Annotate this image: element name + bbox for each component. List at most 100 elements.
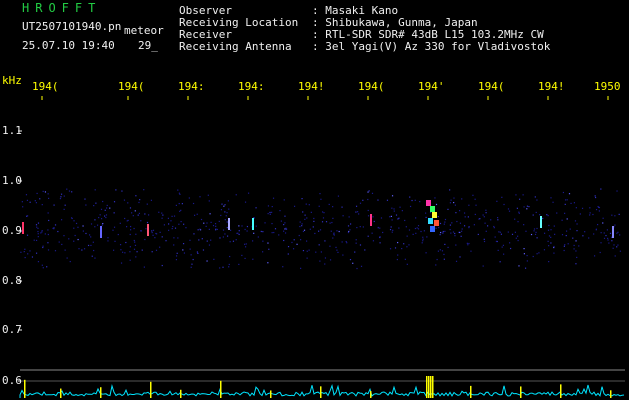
- freq-tick-label: 0.6: [2, 374, 22, 387]
- noise-speck: [47, 212, 49, 214]
- noise-speck: [299, 221, 301, 223]
- noise-speck: [192, 258, 194, 261]
- noise-speck: [135, 195, 137, 197]
- noise-speck: [219, 267, 221, 269]
- noise-speck: [199, 228, 201, 230]
- noise-speck: [58, 241, 60, 243]
- noise-speck: [398, 227, 400, 229]
- noise-speck: [228, 266, 230, 268]
- noise-speck: [82, 225, 84, 227]
- noise-speck: [123, 199, 126, 201]
- noise-speck: [95, 202, 97, 204]
- noise-speck: [224, 211, 226, 213]
- noise-speck: [75, 222, 78, 225]
- noise-speck: [218, 220, 220, 223]
- noise-speck: [449, 202, 452, 204]
- noise-speck: [42, 246, 44, 249]
- noise-speck: [40, 232, 42, 234]
- noise-speck: [210, 239, 212, 241]
- noise-speck: [244, 246, 247, 248]
- noise-speck: [500, 233, 503, 235]
- noise-speck: [329, 259, 332, 261]
- noise-speck: [68, 238, 70, 240]
- noise-speck: [147, 214, 150, 216]
- noise-speck: [533, 228, 536, 230]
- noise-speck: [574, 220, 577, 222]
- noise-speck: [47, 193, 49, 195]
- noise-speck: [252, 258, 254, 260]
- noise-speck: [214, 223, 217, 225]
- noise-speck: [206, 260, 208, 262]
- noise-speck: [440, 231, 442, 234]
- noise-speck: [201, 238, 203, 240]
- noise-speck: [501, 196, 503, 198]
- noise-speck: [73, 220, 75, 222]
- noise-speck: [189, 239, 191, 241]
- noise-speck: [268, 248, 270, 250]
- noise-speck: [165, 240, 167, 242]
- noise-speck: [85, 204, 87, 206]
- noise-speck: [331, 221, 333, 224]
- noise-speck: [115, 189, 117, 191]
- noise-speck: [283, 230, 285, 232]
- noise-speck: [404, 258, 406, 260]
- noise-speck: [190, 266, 192, 268]
- noise-speck: [24, 256, 26, 259]
- noise-speck: [278, 234, 280, 236]
- noise-speck: [90, 223, 93, 225]
- noise-speck: [391, 207, 393, 209]
- noise-speck: [422, 236, 424, 238]
- noise-speck: [342, 254, 344, 256]
- noise-speck: [543, 249, 546, 251]
- noise-speck: [564, 212, 566, 214]
- noise-speck: [66, 188, 68, 190]
- freq-tick-label: 0.9: [2, 224, 22, 237]
- noise-speck: [291, 241, 293, 244]
- noise-speck: [216, 228, 218, 231]
- noise-speck: [565, 230, 568, 232]
- noise-speck: [584, 231, 586, 233]
- noise-speck: [509, 242, 511, 244]
- noise-speck: [155, 232, 157, 235]
- noise-speck: [564, 199, 567, 201]
- noise-speck: [526, 208, 528, 210]
- noise-speck: [71, 191, 73, 193]
- noise-speck: [129, 259, 131, 261]
- echo-bar: [320, 386, 322, 398]
- noise-speck: [420, 230, 422, 233]
- noise-speck: [550, 197, 552, 199]
- noise-speck: [485, 212, 487, 214]
- noise-speck: [518, 265, 520, 267]
- noise-speck: [333, 232, 335, 234]
- meteor-echo-large: [430, 226, 435, 232]
- noise-speck: [318, 205, 320, 207]
- noise-speck: [279, 210, 281, 212]
- noise-speck: [88, 234, 91, 236]
- noise-speck: [306, 257, 308, 259]
- noise-speck: [425, 252, 427, 254]
- noise-speck: [396, 258, 398, 261]
- noise-speck: [129, 251, 131, 253]
- noise-speck: [252, 240, 254, 242]
- noise-speck: [267, 212, 269, 215]
- noise-speck: [175, 204, 177, 206]
- noise-speck: [337, 195, 340, 197]
- noise-speck: [592, 213, 594, 216]
- noise-speck: [373, 220, 375, 223]
- noise-speck: [73, 227, 75, 229]
- noise-speck: [567, 243, 569, 245]
- noise-speck: [260, 230, 262, 233]
- noise-speck: [151, 251, 153, 253]
- noise-speck: [226, 226, 228, 229]
- noise-speck: [172, 225, 174, 228]
- noise-speck: [103, 215, 106, 217]
- noise-speck: [443, 223, 445, 225]
- noise-speck: [354, 251, 356, 253]
- noise-speck: [536, 227, 538, 230]
- noise-speck: [134, 244, 137, 247]
- noise-speck: [280, 220, 282, 222]
- noise-speck: [41, 230, 43, 232]
- noise-speck: [568, 193, 571, 195]
- noise-speck: [129, 207, 132, 209]
- noise-speck: [271, 222, 273, 225]
